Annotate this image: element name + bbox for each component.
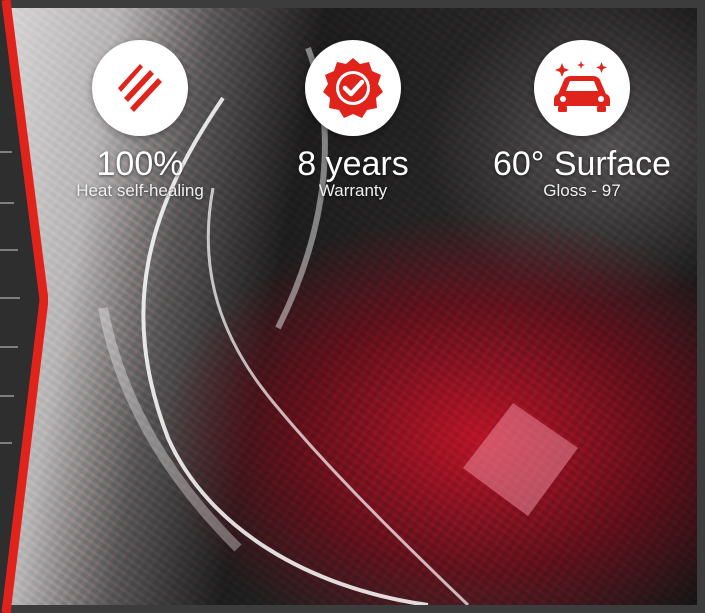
feature-value: 60° Surface (492, 145, 672, 183)
banner-frame: 100% Heat self-healing 8 years Warranty (0, 0, 705, 613)
feature-icon-circle (534, 40, 630, 136)
claw-scratch-icon (118, 64, 162, 112)
feature-value: 8 years (297, 145, 409, 183)
feature-caption: Heat self-healing (76, 181, 204, 200)
feature-icon-circle (92, 40, 188, 136)
feature-surface-gloss: 60° Surface Gloss - 97 (482, 40, 682, 200)
feature-warranty: 8 years Warranty (253, 40, 453, 200)
feature-caption: Gloss - 97 (543, 181, 621, 200)
feature-caption: Warranty (318, 181, 388, 200)
feature-heat-self-healing: 100% Heat self-healing (40, 40, 240, 200)
sparkling-car-icon (554, 61, 610, 112)
feature-icon-circle (305, 40, 401, 136)
checkmark-badge-icon (323, 58, 383, 118)
feature-value: 100% (96, 145, 184, 183)
